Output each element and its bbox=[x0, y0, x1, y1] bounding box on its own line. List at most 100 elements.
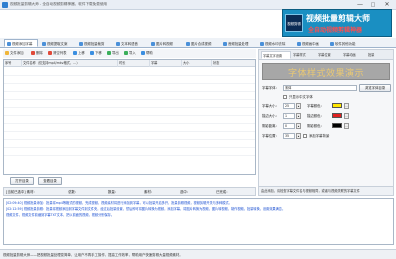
column-subtitle[interactable]: 字幕 bbox=[150, 60, 182, 67]
minimize-button[interactable]: — bbox=[355, 1, 365, 9]
column-status[interactable]: 状态 bbox=[212, 60, 255, 67]
row-divider bbox=[4, 115, 255, 116]
tab-label: 视频添加字幕 bbox=[12, 42, 33, 46]
audio-icon bbox=[223, 41, 227, 46]
move-up-button[interactable]: 上移 bbox=[73, 50, 85, 57]
settings-hint: 由此添加，请检查字幕文件名与视频相同，或者与视频关联的字幕文件 bbox=[259, 186, 393, 195]
subtitle-icon bbox=[7, 41, 11, 46]
tab-style[interactable]: 字幕样式 bbox=[292, 51, 316, 59]
status-count: 数量： bbox=[108, 190, 119, 194]
status-label: [当前已选中] 素材: bbox=[6, 190, 35, 194]
row-divider bbox=[4, 91, 255, 92]
window-title: 视频批量剪辑大师 - 全自动视频剪辑神器，软件下载免费使用 bbox=[10, 2, 108, 6]
main-tabs: 视频添加字幕 视频提取文案 视频批量裁剪 文本转语音 图片转视频 图片合成视频 … bbox=[0, 38, 396, 48]
arrow-up-icon bbox=[73, 50, 77, 55]
tab-label: 视频批量裁剪 bbox=[84, 42, 105, 46]
open-directory-button[interactable]: 打开目录 bbox=[10, 177, 34, 185]
tab-batch-crop[interactable]: 视频批量裁剪 bbox=[76, 39, 112, 47]
tab-extract-text[interactable]: 视频提取文案 bbox=[39, 39, 75, 47]
stroke-spinner[interactable]: ▴ bbox=[296, 113, 301, 119]
column-duration[interactable]: 时长 bbox=[118, 60, 150, 67]
tab-pip[interactable]: 视频画中画 bbox=[294, 39, 326, 47]
browse-font-button[interactable]: 浏览字体目录 bbox=[359, 84, 391, 92]
move-down-button[interactable]: 下移 bbox=[90, 50, 102, 57]
toolbar-label: 上移 bbox=[78, 51, 85, 55]
folder-add-icon bbox=[5, 50, 9, 55]
tab-image-to-video[interactable]: 图片转视频 bbox=[148, 39, 182, 47]
status-selected: 选中： bbox=[180, 190, 191, 194]
export-icon bbox=[107, 50, 111, 55]
tab-image-compose[interactable]: 图片合成视频 bbox=[183, 39, 219, 47]
font-color-picker[interactable]: … bbox=[344, 103, 349, 109]
tab-other[interactable]: 软件其他功能 bbox=[327, 39, 367, 47]
position-input[interactable]: 35 bbox=[283, 133, 295, 139]
tab-tts[interactable]: 文本转语音 bbox=[113, 39, 147, 47]
tab-text-settings[interactable]: 字幕文字设置 bbox=[261, 51, 291, 59]
position-spinner[interactable]: ▴ bbox=[296, 133, 301, 139]
column-index[interactable]: 序号 bbox=[4, 60, 22, 67]
tab-add-subtitles[interactable]: 视频添加字幕 bbox=[4, 39, 38, 47]
import-button[interactable]: 导入 bbox=[124, 50, 136, 57]
maximize-button[interactable]: □ bbox=[368, 1, 378, 9]
file-table[interactable]: 序号 文件名称（仅支持mp4/mkv格式，…） 时长 字幕 大小 状态 bbox=[3, 59, 256, 175]
shadow-input[interactable]: 0 bbox=[283, 123, 295, 129]
promo-banner: 视频剪辑 视频批量剪辑大师 全自动视频剪辑神器 bbox=[282, 9, 392, 37]
status-done: 已完成： bbox=[216, 190, 230, 194]
stroke-color-label: 描边颜色： bbox=[307, 114, 324, 118]
delete-icon bbox=[31, 50, 35, 55]
shadow-color-picker[interactable]: … bbox=[344, 123, 349, 129]
import-icon bbox=[124, 50, 128, 55]
row-divider bbox=[4, 99, 255, 100]
tab-label: 图片转视频 bbox=[156, 42, 173, 46]
view-directory-button[interactable]: 查看目录 bbox=[38, 177, 62, 185]
shadow-color-swatch[interactable] bbox=[332, 123, 342, 128]
subtitle-background-label: 添加字幕背景 bbox=[309, 134, 330, 138]
text-icon bbox=[42, 41, 46, 46]
tab-label: 视频提取文案 bbox=[47, 42, 68, 46]
delete-button[interactable]: 删除 bbox=[31, 50, 43, 57]
status-bar: 视频批量剪辑大师——把视频批量处理变简单，让用户不再手工操作，提高工作效率，帮助… bbox=[0, 249, 396, 259]
tab-batch[interactable]: 批量 bbox=[367, 51, 391, 59]
shadow-spinner[interactable]: ▴ bbox=[296, 123, 301, 129]
tab-label: 软件其他功能 bbox=[335, 42, 356, 46]
chinese-only-checkbox[interactable] bbox=[283, 95, 287, 99]
row-divider bbox=[4, 155, 255, 156]
font-color-label: 字幕颜色： bbox=[307, 104, 324, 108]
toolbar-label: 下移 bbox=[95, 51, 102, 55]
log-output[interactable]: [02:09:40] 视频批量添加：批量将mp4等格式的视频，完成视频，视频素材… bbox=[3, 198, 394, 245]
status-material: 素材： bbox=[144, 190, 155, 194]
position-label: 字幕位置： bbox=[262, 134, 279, 138]
font-color-swatch[interactable] bbox=[332, 103, 342, 108]
toolbar-label: 导入 bbox=[129, 51, 136, 55]
tab-label: 图片合成视频 bbox=[191, 42, 212, 46]
size-input[interactable]: 25 bbox=[283, 103, 295, 109]
tab-label: 文本转语音 bbox=[121, 42, 138, 46]
stroke-color-swatch[interactable] bbox=[332, 113, 342, 118]
clear-list-button[interactable]: 清空列表 bbox=[48, 50, 67, 57]
selection-status: [当前已选中] 素材: 总数： 数量： 素材： 选中： 已完成： bbox=[3, 187, 256, 196]
export-button[interactable]: 导出 bbox=[107, 50, 119, 57]
row-divider bbox=[4, 83, 255, 84]
tab-position[interactable]: 字幕位置 bbox=[317, 51, 341, 59]
row-divider bbox=[4, 107, 255, 108]
subtitle-background-checkbox[interactable] bbox=[303, 134, 307, 138]
tab-animation[interactable]: 字幕动画 bbox=[342, 51, 366, 59]
tab-watermark-remove[interactable]: 视频水印去除 bbox=[257, 39, 293, 47]
help-button[interactable]: 帮助 bbox=[141, 50, 153, 57]
size-spinner[interactable]: ▴ bbox=[296, 103, 301, 109]
image-icon bbox=[151, 41, 155, 46]
font-select[interactable]: 宋体 bbox=[283, 85, 357, 91]
preview-text: 字体样式效果演示 bbox=[287, 69, 364, 79]
add-file-button[interactable]: 文件添加 bbox=[5, 50, 24, 57]
column-size[interactable]: 大小 bbox=[182, 60, 212, 67]
clear-list-icon bbox=[48, 50, 52, 55]
help-icon bbox=[141, 50, 145, 55]
banner-logo: 视频剪辑 bbox=[285, 14, 303, 32]
stroke-color-picker[interactable]: … bbox=[344, 113, 349, 119]
row-divider bbox=[4, 123, 255, 124]
stroke-input[interactable]: 1 bbox=[283, 113, 295, 119]
tab-audio-batch[interactable]: 音频批量处理 bbox=[220, 39, 256, 47]
close-button[interactable]: ✕ bbox=[381, 1, 393, 9]
shadow-label: 阴影距离： bbox=[262, 124, 279, 128]
column-filename[interactable]: 文件名称（仅支持mp4/mkv格式，…） bbox=[22, 60, 118, 67]
